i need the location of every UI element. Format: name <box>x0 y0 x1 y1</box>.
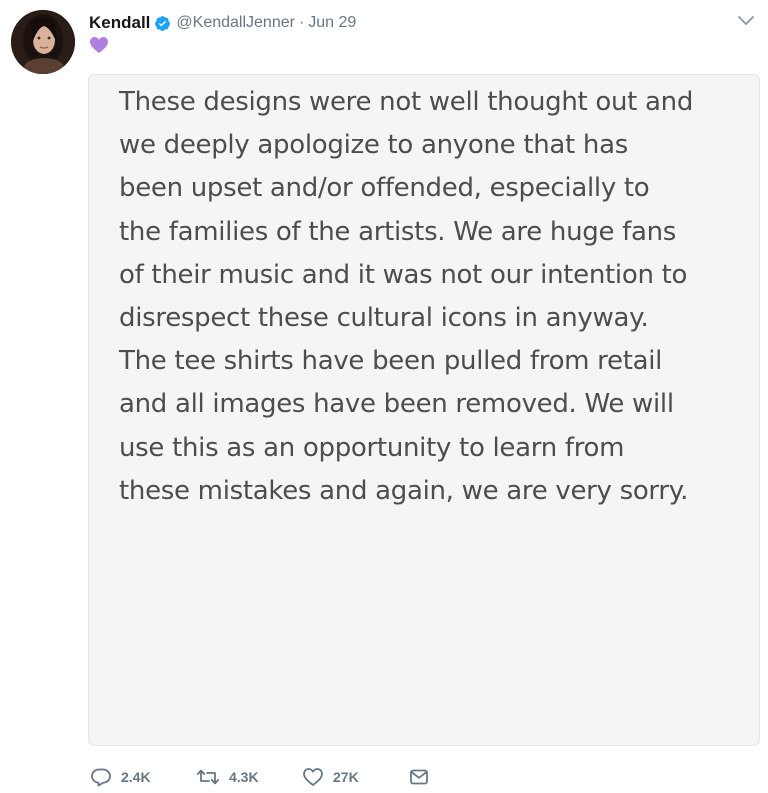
like-button[interactable]: 27K <box>302 767 408 787</box>
reply-icon <box>91 768 111 787</box>
retweet-count: 4.3K <box>229 769 259 785</box>
note-line: These designs were not well thought out … <box>119 87 694 117</box>
verified-badge-icon <box>154 15 171 32</box>
note-line: use this as an opportunity to learn from <box>119 432 625 463</box>
note-line: disrespect these cultural icons in anywa… <box>119 303 649 334</box>
note-text: These designs were not well thought out … <box>119 81 744 513</box>
note-line: the families of the artists. We are huge… <box>119 216 677 247</box>
tweet-header: Kendall @KendallJenner · Jun 29 <box>89 11 356 35</box>
reply-button[interactable]: 2.4K <box>90 767 196 787</box>
reply-count: 2.4K <box>121 769 151 785</box>
tweet-image-note[interactable]: These designs were not well thought out … <box>88 74 760 746</box>
like-count: 27K <box>333 769 359 785</box>
note-line: these mistakes and again, we are very so… <box>119 475 689 506</box>
avatar-image <box>11 10 75 74</box>
direct-message-button[interactable] <box>408 767 430 787</box>
tweet-actions: 2.4K 4.3K 27K <box>90 764 430 790</box>
user-handle[interactable]: @KendallJenner <box>176 14 295 32</box>
note-line: The tee shirts have been pulled from ret… <box>119 346 663 377</box>
note-line: and all images have been removed. We wil… <box>119 389 674 420</box>
header-separator: · <box>298 14 305 31</box>
retweet-button[interactable]: 4.3K <box>196 767 302 787</box>
display-name[interactable]: Kendall <box>89 13 150 33</box>
like-icon <box>303 768 323 786</box>
purple-heart-icon <box>89 36 109 54</box>
retweet-icon <box>196 769 220 785</box>
tweet-date[interactable]: Jun 29 <box>308 14 356 32</box>
note-line: we deeply apologize to anyone that has <box>119 130 628 161</box>
note-line: of their music and it was not our intent… <box>119 259 688 290</box>
chevron-down-icon[interactable] <box>736 13 756 29</box>
avatar[interactable] <box>11 10 75 74</box>
note-line: been upset and/or offended, especially t… <box>119 173 650 204</box>
direct-message-icon <box>410 769 428 785</box>
